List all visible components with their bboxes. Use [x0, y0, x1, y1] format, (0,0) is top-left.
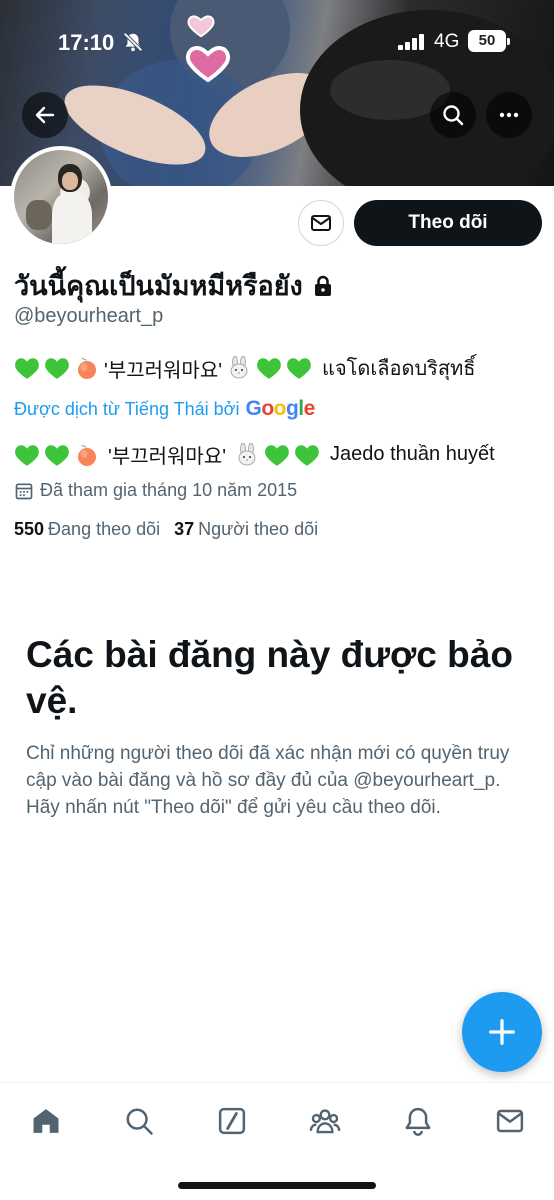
lock-icon	[314, 275, 331, 296]
rabbit-icon	[238, 442, 256, 465]
tab-messages[interactable]	[490, 1101, 530, 1141]
profile-name-row: วันนี้คุณเป็นมัมหมีหรือยัง	[14, 264, 333, 307]
bio-original: '부끄러워마요' แจโดเลือดบริสุทธิ์	[14, 352, 476, 384]
followers-label: Người theo dõi	[198, 519, 319, 539]
join-date: Đã tham gia tháng 10 năm 2015	[14, 480, 297, 501]
avatar[interactable]	[10, 146, 112, 248]
protected-title: Các bài đăng này được bảo vệ.	[26, 634, 513, 721]
bio-original-text: '부끄러워마요'	[104, 359, 223, 382]
green-heart-icon	[15, 358, 39, 379]
back-button[interactable]	[22, 92, 68, 138]
messages-icon	[496, 1109, 524, 1133]
calendar-icon	[15, 483, 33, 499]
followers-count: 37	[174, 519, 195, 539]
search-icon	[443, 105, 464, 126]
peach-icon	[78, 358, 96, 379]
cell-signal-icon	[398, 34, 426, 55]
message-button[interactable]	[298, 200, 344, 246]
grok-icon	[218, 1107, 246, 1135]
arrow-left-icon	[35, 106, 55, 124]
communities-icon	[309, 1109, 341, 1134]
join-date-text: Đã tham gia tháng 10 năm 2015	[40, 480, 298, 500]
network-type: 4G	[434, 31, 460, 52]
more-button[interactable]	[486, 92, 532, 138]
follow-stats: 550 Đang theo dõi 37 Người theo dõi	[14, 519, 318, 540]
green-heart-icon	[287, 358, 311, 379]
silent-bell-icon	[122, 31, 144, 58]
following-label: Đang theo dõi	[48, 519, 161, 539]
green-heart-icon	[257, 358, 281, 379]
tab-notifications[interactable]	[398, 1101, 438, 1141]
protected-description: Chỉ những người theo dõi đã xác nhận mới…	[26, 743, 510, 818]
notifications-icon	[405, 1107, 431, 1136]
bio-translated-tail: Jaedo thuần huyết	[330, 443, 495, 465]
green-heart-icon	[15, 444, 39, 466]
status-time: 17:10	[58, 30, 115, 55]
home-icon	[33, 1109, 59, 1133]
battery-indicator: 50	[468, 30, 510, 52]
bio-translated-text: '부끄러워마요'	[108, 446, 227, 468]
translation-attribution[interactable]: Được dịch từ Tiếng Thái bởi Google	[14, 397, 315, 421]
following-count: 550	[14, 519, 45, 539]
home-indicator	[178, 1182, 376, 1189]
bio-translated: '부끄러워마요' Jaedo thuần huyết	[14, 440, 495, 469]
search-icon	[126, 1108, 153, 1135]
tab-communities[interactable]	[305, 1101, 345, 1141]
translated-by-label: Được dịch từ Tiếng Thái bởi	[14, 398, 240, 419]
tab-grok[interactable]	[212, 1101, 252, 1141]
green-heart-icon	[45, 358, 69, 379]
green-heart-icon	[265, 444, 289, 466]
follow-button[interactable]: Theo dõi	[354, 200, 542, 246]
following-link[interactable]: 550 Đang theo dõi	[14, 519, 160, 540]
followers-link[interactable]: 37 Người theo dõi	[174, 519, 318, 540]
more-horizontal-icon	[499, 112, 519, 118]
bio-original-tail: แจโดเลือดบริสุทธิ์	[322, 358, 476, 380]
tab-home[interactable]	[26, 1101, 66, 1141]
green-heart-icon	[45, 444, 69, 466]
google-logo: Google	[245, 397, 315, 420]
green-heart-icon	[295, 444, 319, 466]
plus-icon	[489, 1019, 515, 1045]
tab-search[interactable]	[119, 1101, 159, 1141]
mail-icon	[311, 215, 331, 231]
username-handle: @beyourheart_p	[14, 305, 164, 327]
search-button[interactable]	[430, 92, 476, 138]
peach-icon	[78, 444, 96, 466]
compose-button[interactable]	[462, 992, 542, 1072]
display-name: วันนี้คุณเป็นมัมหมีหรือยัง	[14, 271, 303, 301]
rabbit-icon	[230, 356, 248, 379]
status-bar: 17:10 4G 50	[0, 0, 554, 80]
